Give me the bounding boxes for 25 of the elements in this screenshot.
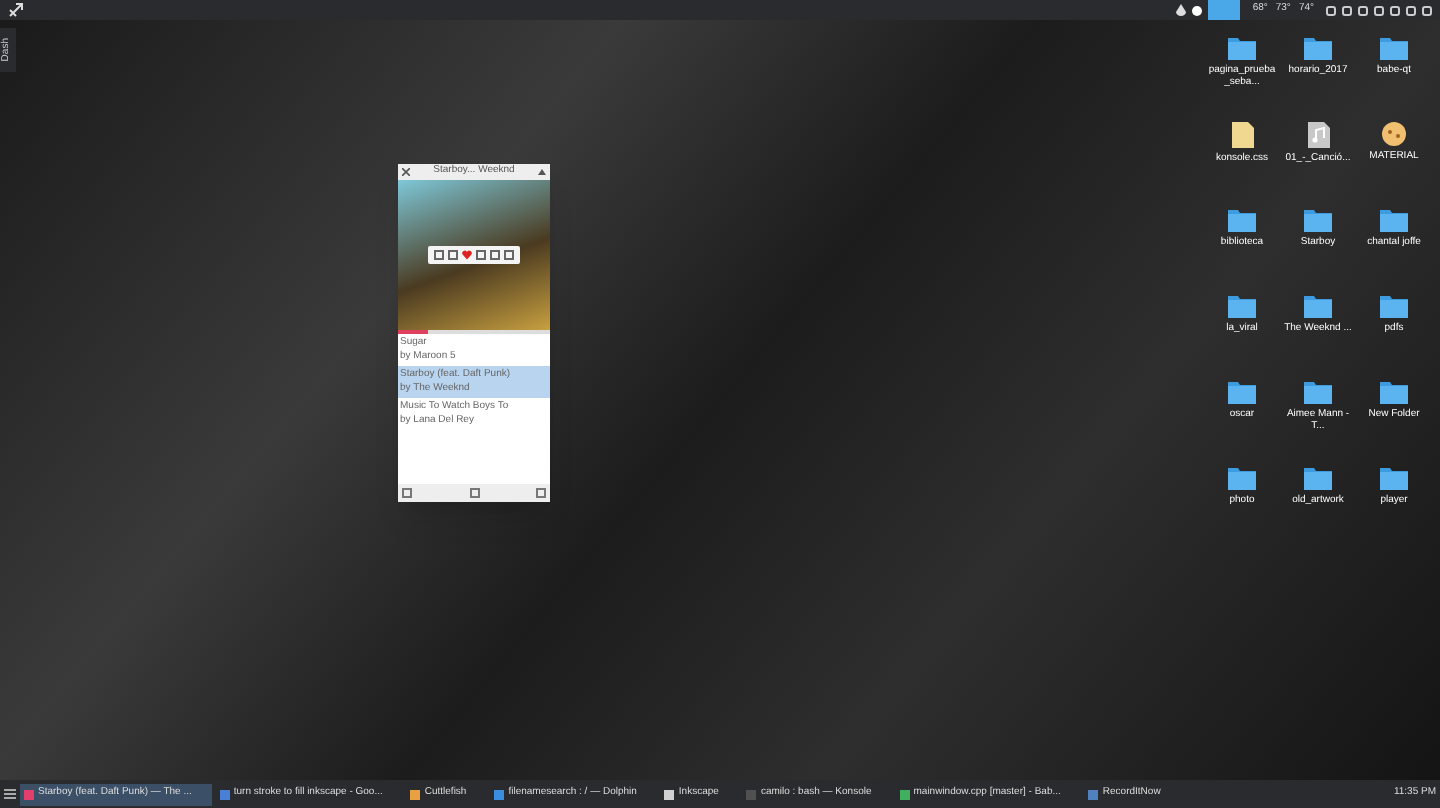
- folder-icon: [1228, 466, 1256, 490]
- maximize-icon[interactable]: [538, 168, 546, 176]
- folder-icon: [1228, 208, 1256, 232]
- folder-icon: [1380, 36, 1408, 60]
- heart-icon[interactable]: [462, 250, 472, 260]
- record-icon: [1192, 5, 1203, 15]
- folder-icon: [1304, 36, 1332, 60]
- folder-icon: [1380, 294, 1408, 318]
- folder-icon: [1304, 208, 1332, 232]
- folder-icon: [1304, 380, 1332, 404]
- music-file-icon: [1307, 122, 1329, 148]
- drop-icon: [1176, 4, 1187, 16]
- document-icon: [1231, 122, 1253, 148]
- close-icon[interactable]: [402, 168, 410, 176]
- folder-icon: [1304, 466, 1332, 490]
- folder-icon: [1380, 466, 1408, 490]
- folder-icon: [1228, 294, 1256, 318]
- folder-icon: [1380, 380, 1408, 404]
- pager-widget[interactable]: [1208, 0, 1241, 20]
- folder-icon: [1380, 208, 1408, 232]
- launcher-icon[interactable]: [8, 2, 24, 18]
- folder-icon: [1228, 36, 1256, 60]
- image-icon: [1382, 122, 1406, 146]
- folder-icon: [1304, 294, 1332, 318]
- folder-icon: [1228, 380, 1256, 404]
